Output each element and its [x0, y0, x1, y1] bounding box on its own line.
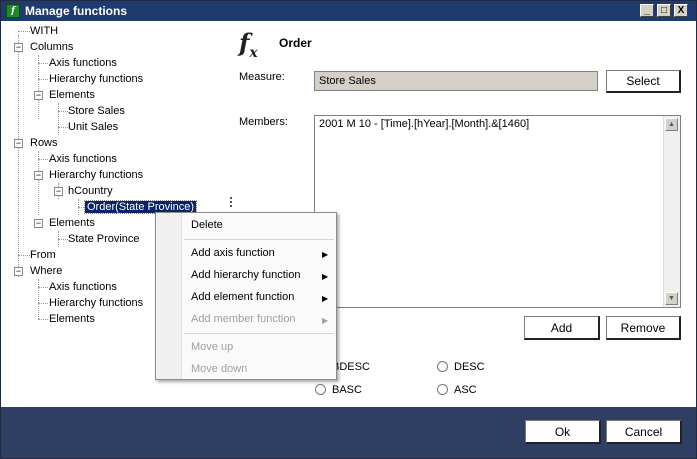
tree-connector [38, 279, 39, 319]
tree-node-label: Store Sales [68, 105, 125, 117]
menu-item-move-up: Move up [191, 341, 234, 353]
context-menu-gutter [156, 213, 182, 379]
tree-node-label: Hierarchy functions [49, 169, 144, 181]
tree-node-label: Elements [49, 89, 95, 101]
tree-node-label: Axis functions [49, 153, 117, 165]
measure-field: Store Sales [314, 71, 598, 91]
tree-node-label: Columns [30, 41, 74, 53]
collapse-icon[interactable]: − [34, 171, 43, 180]
tree-node-label: Hierarchy functions [49, 73, 144, 85]
scroll-up-icon[interactable]: ▲ [665, 118, 678, 131]
title-bar[interactable]: f Manage functions _ □ X [1, 1, 696, 21]
radio-icon [315, 384, 326, 395]
collapse-icon[interactable]: − [14, 43, 23, 52]
tree-node-state-province[interactable]: State Province [66, 231, 142, 247]
tree-node-label: From [30, 249, 56, 261]
menu-item-add-axis-function[interactable]: Add axis function [191, 244, 275, 262]
submenu-arrow-icon: ▶ [322, 272, 329, 281]
manage-functions-dialog: f Manage functions _ □ X − − − − − − − W… [0, 0, 697, 459]
tree-node-label: Elements [49, 313, 95, 325]
tree-node-columns[interactable]: Columns [28, 39, 75, 55]
window-title: Manage functions [25, 4, 128, 18]
tree-node-label: Unit Sales [68, 121, 119, 133]
tree-connector [18, 35, 19, 277]
radio-icon [437, 361, 448, 372]
members-value: 2001 M 10 - [Time].[hYear].[Month].&[146… [319, 118, 530, 130]
context-menu: Delete Add axis function ▶ Add hierarchy… [155, 212, 337, 380]
tree-connector [38, 55, 39, 119]
menu-item-add-member-function: Add member function [191, 313, 296, 325]
select-measure-button[interactable]: Select [606, 70, 681, 93]
sort-option-asc[interactable]: ASC [437, 382, 477, 398]
members-scrollbar[interactable]: ▲ ▼ [663, 116, 680, 307]
sort-option-label: ASC [454, 384, 477, 396]
radio-icon [437, 384, 448, 395]
function-name-title: Order [279, 36, 312, 50]
menu-item-add-hierarchy-function[interactable]: Add hierarchy function [191, 266, 300, 284]
submenu-arrow-icon: ▶ [322, 316, 329, 325]
close-button[interactable]: X [674, 4, 688, 17]
add-member-button[interactable]: Add [524, 316, 600, 340]
dialog-footer: Ok Cancel [1, 407, 696, 458]
collapse-icon[interactable]: − [14, 267, 23, 276]
sort-option-label: DESC [454, 361, 485, 373]
collapse-icon[interactable]: − [14, 139, 23, 148]
remove-member-button[interactable]: Remove [606, 316, 681, 340]
app-icon: f [6, 4, 20, 18]
ok-button[interactable]: Ok [525, 420, 601, 444]
members-list[interactable]: 2001 M 10 - [Time].[hYear].[Month].&[146… [314, 115, 681, 308]
tree-node-label: Hierarchy functions [49, 297, 144, 309]
tree-node-label: Where [30, 265, 63, 277]
tree-connector [38, 151, 39, 215]
sort-option-desc[interactable]: DESC [437, 359, 485, 375]
sort-option-label: BASC [332, 384, 362, 396]
submenu-arrow-icon: ▶ [322, 294, 329, 303]
minimize-button[interactable]: _ [640, 4, 654, 17]
collapse-icon[interactable]: − [34, 91, 43, 100]
measure-label: Measure: [239, 71, 285, 83]
scroll-down-icon[interactable]: ▼ [665, 292, 678, 305]
tree-node-unit-sales[interactable]: Unit Sales [66, 119, 120, 135]
menu-separator [184, 239, 334, 240]
tree-node-label: Rows [30, 137, 58, 149]
menu-item-add-element-function[interactable]: Add element function [191, 288, 294, 306]
tree-node-columns-elements[interactable]: Elements [47, 87, 97, 103]
maximize-button[interactable]: □ [657, 4, 671, 17]
collapse-icon[interactable]: − [34, 219, 43, 228]
tree-node-label: WITH [30, 25, 59, 37]
tree-node-where[interactable]: Where [28, 263, 64, 279]
tree-node-rows-axis-functions[interactable]: Axis functions [47, 151, 119, 167]
menu-item-move-down: Move down [191, 363, 248, 375]
function-icon: fx [239, 28, 258, 61]
tree-connector [58, 103, 59, 135]
menu-separator [184, 333, 334, 334]
menu-item-delete[interactable]: Delete [191, 216, 223, 234]
tree-node-label: State Province [68, 233, 140, 245]
tree-node-rows-elements[interactable]: Elements [47, 215, 97, 231]
tree-node-where-axis-functions[interactable]: Axis functions [47, 279, 119, 295]
tree-node-with[interactable]: WITH [28, 23, 60, 39]
tree-node-label: Axis functions [49, 281, 117, 293]
tree-node-store-sales[interactable]: Store Sales [66, 103, 127, 119]
tree-node-where-hierarchy-functions[interactable]: Hierarchy functions [47, 295, 145, 311]
tree-node-label: hCountry [68, 185, 113, 197]
sort-option-basc[interactable]: BASC [315, 382, 362, 398]
tree-node-from[interactable]: From [28, 247, 58, 263]
submenu-arrow-icon: ▶ [322, 250, 329, 259]
tree-node-rows-hierarchy-functions[interactable]: Hierarchy functions [47, 167, 145, 183]
members-label: Members: [239, 116, 288, 128]
splitter-handle[interactable] [230, 197, 233, 211]
tree-node-label: Axis functions [49, 57, 117, 69]
tree-node-columns-axis-functions[interactable]: Axis functions [47, 55, 119, 71]
tree-node-label: Elements [49, 217, 95, 229]
cancel-button[interactable]: Cancel [606, 420, 682, 444]
tree-node-where-elements[interactable]: Elements [47, 311, 97, 327]
tree-node-rows[interactable]: Rows [28, 135, 60, 151]
tree-node-columns-hierarchy-functions[interactable]: Hierarchy functions [47, 71, 145, 87]
sort-option-label: BDESC [332, 361, 370, 373]
collapse-icon[interactable]: − [54, 187, 63, 196]
tree-node-hcountry[interactable]: hCountry [66, 183, 115, 199]
